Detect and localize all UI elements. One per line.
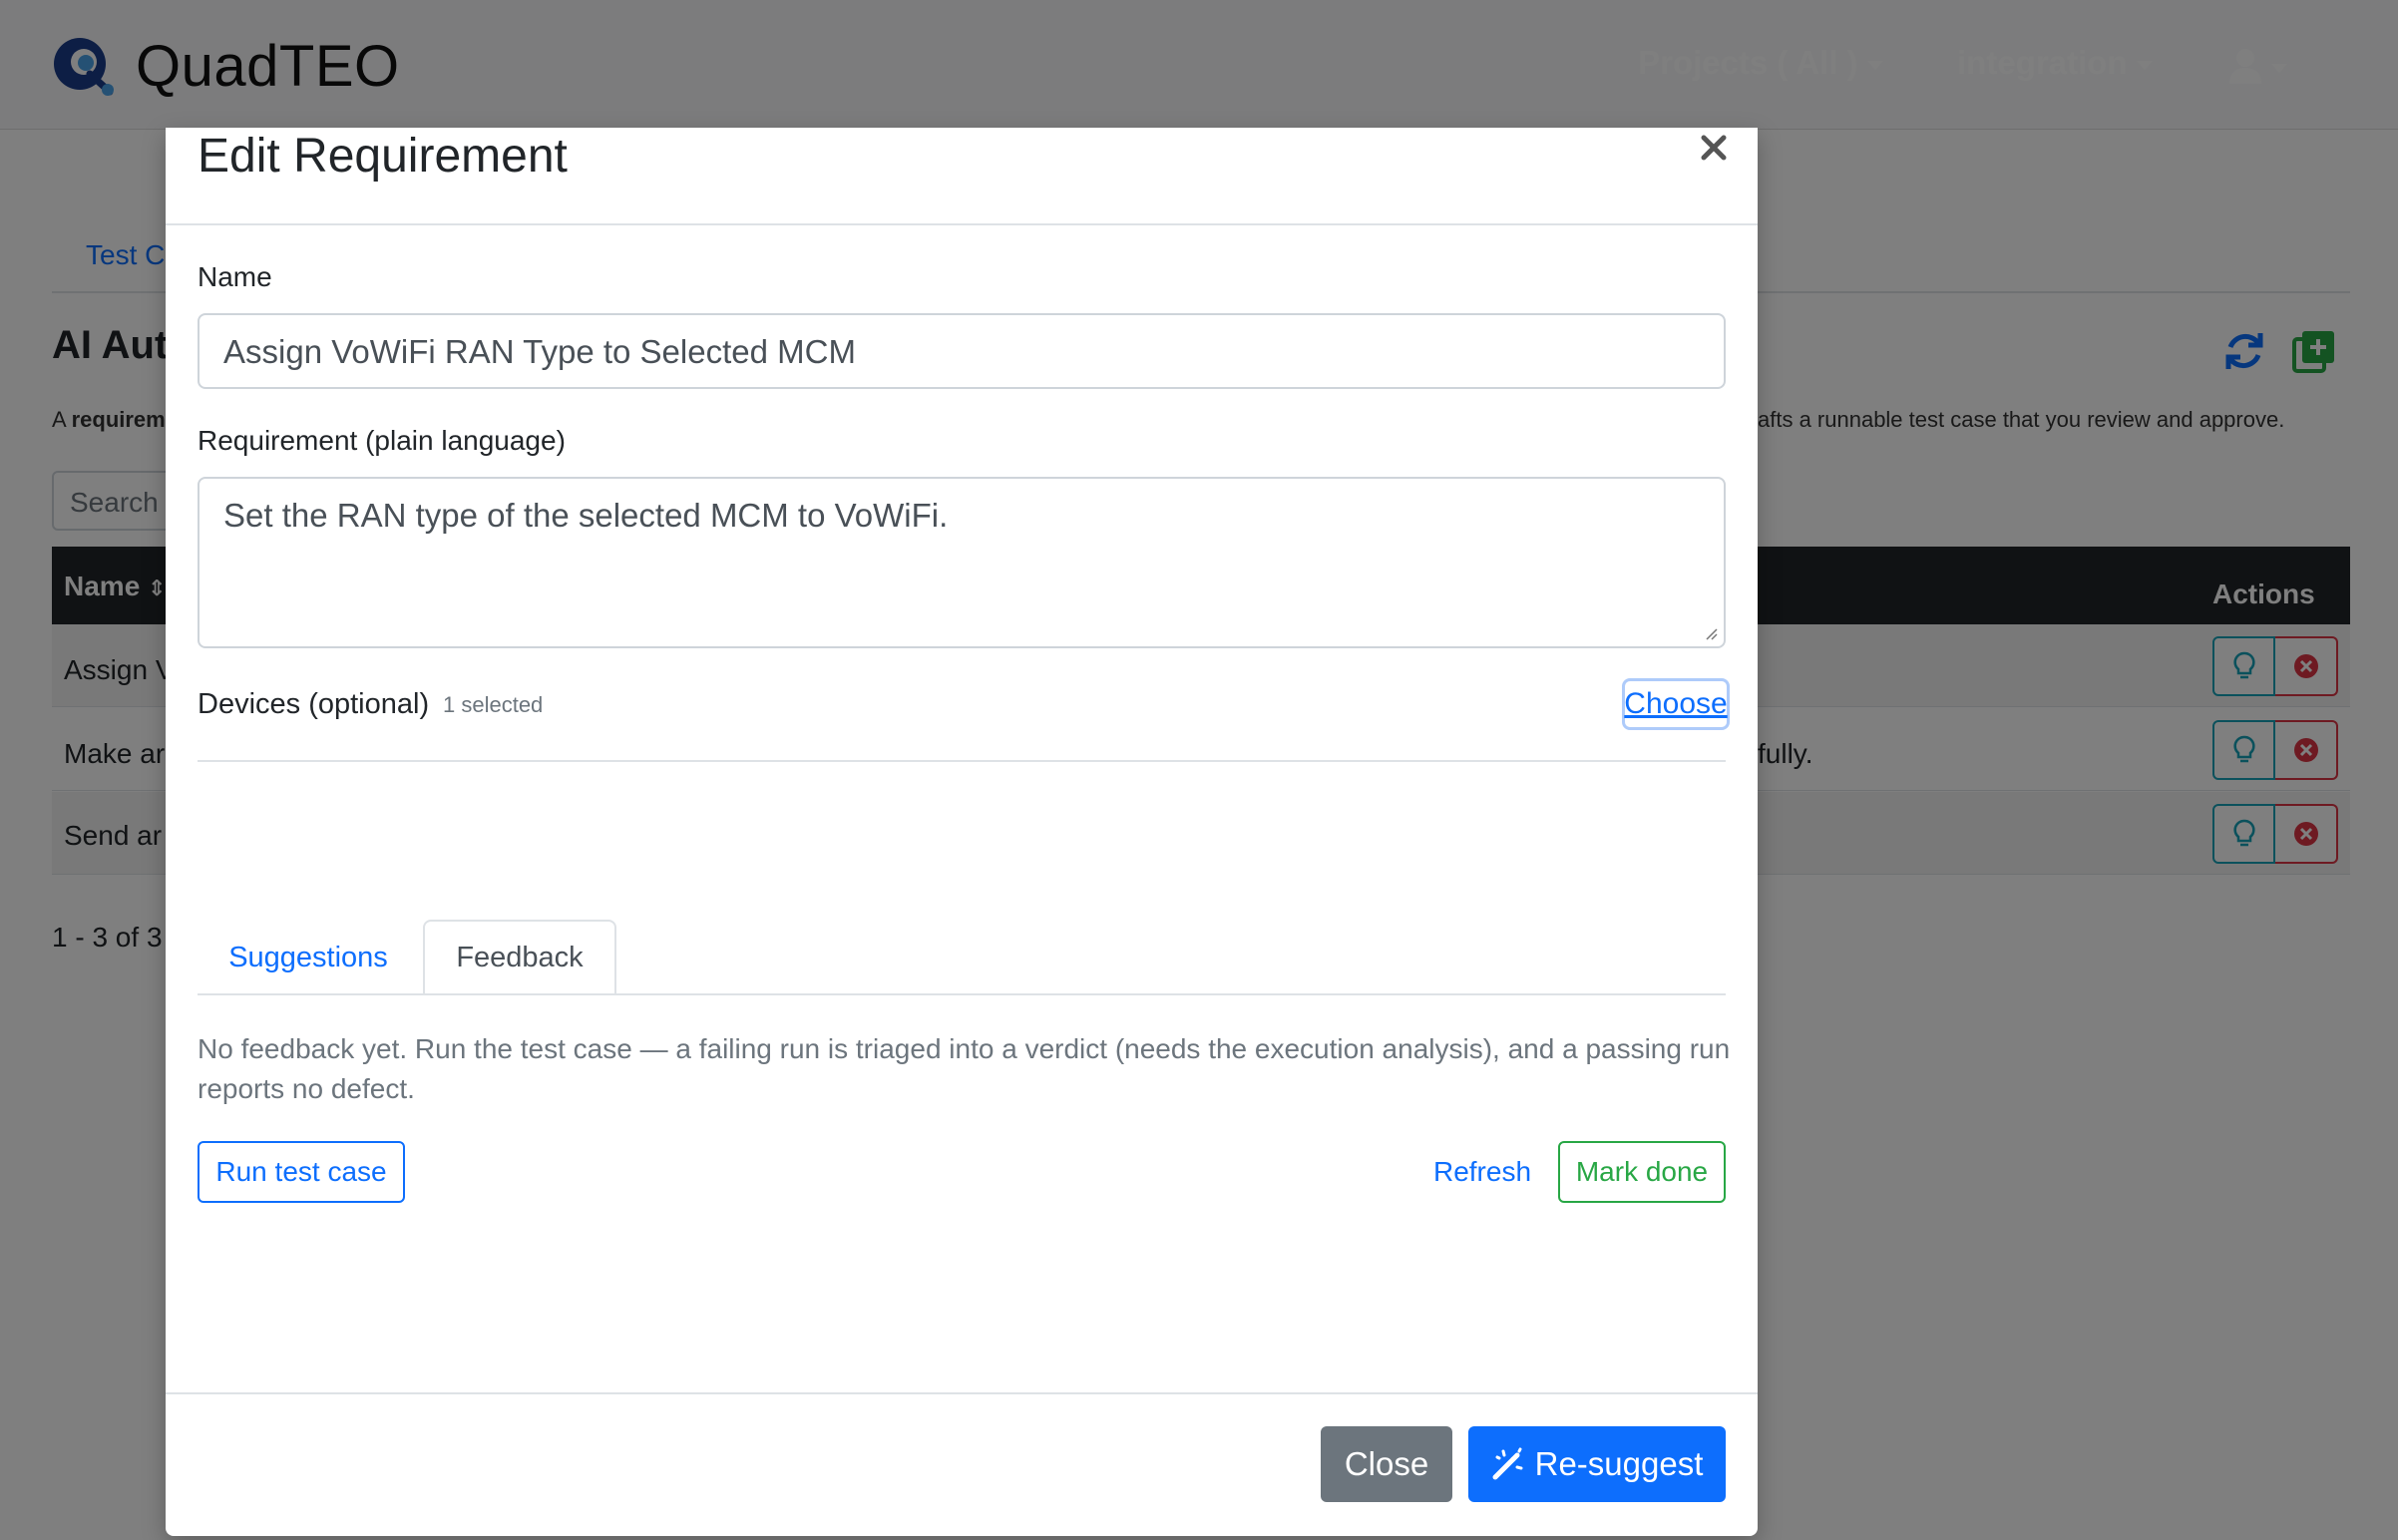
devices-label: Devices (optional) bbox=[198, 688, 430, 720]
modal-header: Edit Requirement bbox=[166, 128, 1758, 225]
edit-requirement-modal: Edit Requirement Name Assign VoWiFi RAN … bbox=[166, 128, 1758, 1536]
name-field-label: Name bbox=[198, 261, 272, 292]
requirement-text: Set the RAN type of the selected MCM to … bbox=[223, 497, 949, 534]
requirement-field[interactable]: Set the RAN type of the selected MCM to … bbox=[198, 477, 1726, 648]
refresh-button[interactable]: Refresh bbox=[1416, 1141, 1548, 1203]
re-suggest-button[interactable]: Re-suggest bbox=[1468, 1426, 1726, 1502]
tab-feedback[interactable]: Feedback bbox=[423, 920, 616, 995]
choose-devices-button[interactable]: Choose bbox=[1622, 678, 1730, 730]
close-button[interactable]: Close bbox=[1321, 1426, 1452, 1502]
re-suggest-label: Re-suggest bbox=[1534, 1445, 1704, 1482]
name-field[interactable]: Assign VoWiFi RAN Type to Selected MCM bbox=[198, 313, 1726, 389]
modal-close-button[interactable] bbox=[1696, 130, 1732, 166]
tab-suggestions[interactable]: Suggestions bbox=[198, 920, 419, 995]
resize-grip-icon[interactable] bbox=[1704, 626, 1718, 640]
run-test-case-button[interactable]: Run test case bbox=[198, 1141, 405, 1203]
feedback-message: No feedback yet. Run the test case — a f… bbox=[198, 1033, 1731, 1104]
requirement-field-label: Requirement (plain language) bbox=[198, 425, 566, 456]
devices-selected-count: 1 selected bbox=[443, 692, 544, 717]
modal-title: Edit Requirement bbox=[198, 130, 568, 183]
section-divider bbox=[198, 760, 1726, 762]
mark-done-button[interactable]: Mark done bbox=[1558, 1141, 1726, 1203]
magic-wand-icon bbox=[1492, 1447, 1523, 1480]
tabs-divider bbox=[198, 993, 1726, 995]
close-icon bbox=[1701, 135, 1727, 161]
